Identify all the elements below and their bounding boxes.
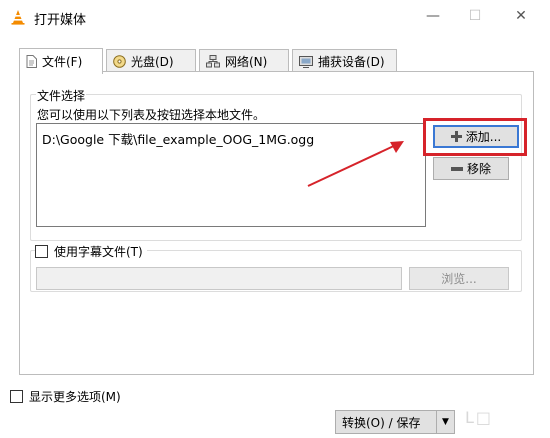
file-selection-hint: 您可以使用以下列表及按钮选择本地文件。 xyxy=(37,108,266,122)
tab-file-label: 文件(F) xyxy=(42,55,83,69)
minus-icon xyxy=(450,166,463,171)
tab-capture-device[interactable]: 捕获设备(D) xyxy=(292,49,397,73)
annotation-highlight-box xyxy=(423,118,527,156)
network-icon xyxy=(206,55,220,68)
subtitle-checkbox-row[interactable]: 使用字幕文件(T) xyxy=(35,243,147,260)
capture-device-icon xyxy=(299,55,313,68)
browse-button[interactable]: 浏览... xyxy=(409,267,509,290)
vlc-cone-icon xyxy=(11,10,25,25)
convert-save-button[interactable]: 转换(O) / 保存 ▼ xyxy=(335,410,455,434)
minimize-button[interactable]: — xyxy=(420,5,446,27)
subtitle-checkbox[interactable] xyxy=(35,245,48,258)
disc-icon xyxy=(113,55,126,68)
maximize-button[interactable]: ☐ xyxy=(462,5,488,27)
remove-button-label: 移除 xyxy=(466,162,491,176)
close-button[interactable]: ✕ xyxy=(508,5,534,27)
dropdown-arrow-icon[interactable]: ▼ xyxy=(436,411,454,433)
tab-capture-device-label: 捕获设备(D) xyxy=(318,55,385,69)
watermark: L□ xyxy=(465,408,494,427)
annotation-arrow xyxy=(307,141,404,187)
tab-network[interactable]: 网络(N) xyxy=(199,49,289,73)
tab-file[interactable]: 文件(F) xyxy=(19,48,103,74)
tab-network-label: 网络(N) xyxy=(225,55,268,69)
show-more-options-label: 显示更多选项(M) xyxy=(29,390,121,404)
subtitle-checkbox-label: 使用字幕文件(T) xyxy=(54,245,143,259)
list-item[interactable]: D:\Google 下载\file_example_OOG_1MG.ogg xyxy=(42,129,314,148)
title-bar: 打开媒体 — ☐ ✕ xyxy=(0,0,550,34)
tab-disc-label: 光盘(D) xyxy=(131,55,174,69)
window-title: 打开媒体 xyxy=(34,13,87,28)
show-more-options-checkbox[interactable] xyxy=(10,390,23,403)
file-icon xyxy=(26,55,37,68)
tab-disc[interactable]: 光盘(D) xyxy=(106,49,196,73)
convert-save-label: 转换(O) / 保存 xyxy=(342,415,421,430)
show-more-options-row[interactable]: 显示更多选项(M) xyxy=(10,388,121,405)
browse-button-label: 浏览... xyxy=(441,272,477,286)
file-selection-title: 文件选择 xyxy=(36,87,87,104)
remove-button[interactable]: 移除 xyxy=(433,157,509,180)
subtitle-path-input[interactable] xyxy=(36,267,402,290)
